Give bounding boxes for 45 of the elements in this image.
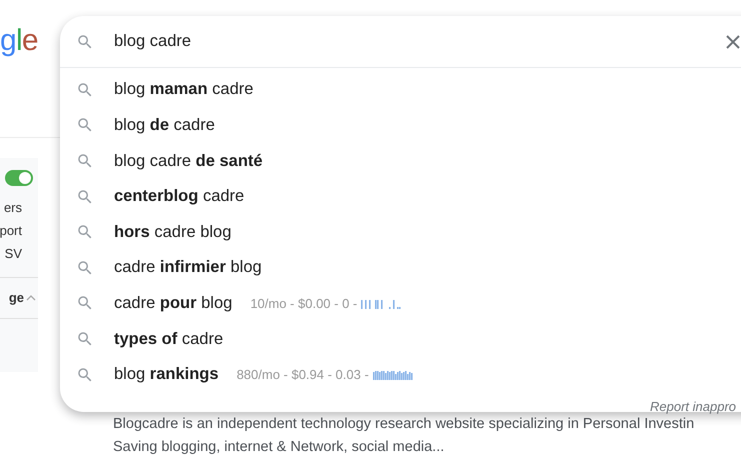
suggestion-item[interactable]: blog maman cadre <box>60 72 741 108</box>
suggestion-item[interactable]: hors cadre blog <box>60 214 741 250</box>
suggestion-text[interactable]: types of cadre <box>114 326 224 352</box>
trend-chart <box>372 369 415 380</box>
logo-letter[interactable]: g <box>0 24 16 57</box>
search-icon <box>76 152 94 170</box>
close-icon[interactable] <box>725 34 741 50</box>
keyword-stats: 880/mo - $0.94 - 0.03 - <box>236 366 369 384</box>
suggestion-item[interactable]: types of cadre <box>60 321 741 357</box>
suggestion-text[interactable]: blog maman cadre <box>114 77 254 102</box>
report-link[interactable]: Report inappro <box>650 399 736 414</box>
suggestion-item[interactable]: blog de cadre <box>60 108 741 144</box>
result-snippet-line: Saving blogging, internet & Network, social media... <box>113 438 444 457</box>
logo-letter[interactable]: e <box>22 24 38 57</box>
menu-item[interactable]: SV <box>4 244 22 263</box>
suggestion-item[interactable]: cadre infirmier blog <box>60 250 741 286</box>
toggle-switch[interactable] <box>5 170 33 186</box>
search-icon <box>76 188 94 206</box>
suggestion-text[interactable]: blog de cadre <box>114 113 215 138</box>
keyword-stats: 10/mo - $0.00 - 0 - <box>250 294 358 313</box>
result-snippet-line: Blogcadre is an independent technology research website specializing in Personal Investin <box>113 415 694 434</box>
search-icon <box>76 258 94 277</box>
suggestion-text[interactable]: blog cadre de santé <box>114 148 263 174</box>
search-icon <box>76 32 94 50</box>
suggestion-item[interactable]: blog cadre de santé <box>60 143 741 179</box>
suggestion-item[interactable]: centerblog cadre <box>60 178 741 214</box>
search-icon <box>76 330 94 348</box>
trend-chart <box>361 298 404 309</box>
suggestion-item[interactable]: cadre pour blog 10/mo - $0.00 - 0 - <box>60 286 741 322</box>
suggestion-text[interactable]: cadre infirmier blog <box>114 255 262 280</box>
search-icon <box>76 366 94 384</box>
suggestion-text[interactable]: hors cadre blog <box>114 220 232 245</box>
suggestion-text[interactable]: blog rankings <box>114 362 219 387</box>
section-heading[interactable]: ge <box>8 288 24 308</box>
search-icon <box>76 80 94 99</box>
suggestion-text[interactable]: cadre pour blog <box>114 290 232 316</box>
search-field[interactable]: blog cadre <box>114 29 705 54</box>
suggestion-text[interactable]: centerblog cadre <box>114 184 244 209</box>
chevron-icon[interactable] <box>26 295 36 301</box>
suggestion-item[interactable]: blog rankings 880/mo - $0.94 - 0.03 - <box>60 356 741 392</box>
search-icon <box>76 294 94 312</box>
menu-item[interactable]: port <box>0 221 22 240</box>
search-icon <box>76 223 94 242</box>
search-icon <box>76 116 94 134</box>
menu-item[interactable]: ers <box>4 198 22 217</box>
